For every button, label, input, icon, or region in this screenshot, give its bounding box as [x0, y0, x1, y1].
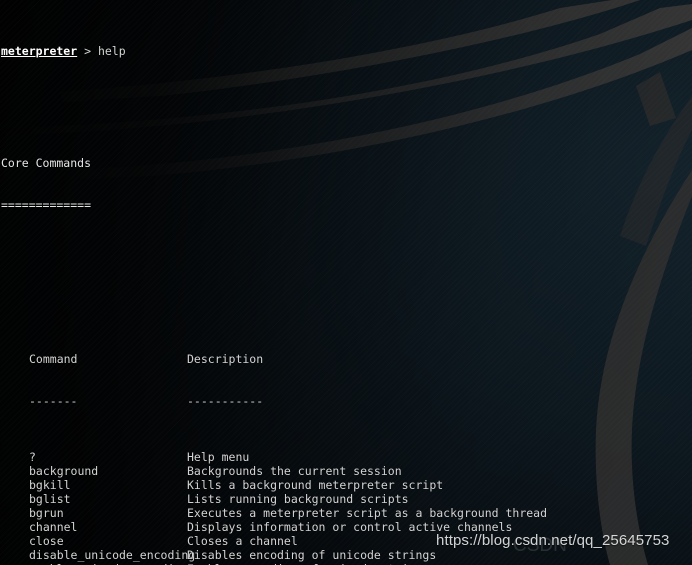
cell-description: Help menu [187, 450, 250, 464]
section-title-core: Core Commands [1, 156, 92, 170]
table-header-core: Command Description [1, 352, 692, 366]
cell-command: background [29, 464, 99, 478]
cell-description: Disables encoding of unicode strings [187, 548, 437, 562]
cell-command: bgrun [29, 506, 64, 520]
cell-command: disable_unicode_encoding [29, 548, 196, 562]
table-row: ? Help menu [1, 450, 692, 464]
cell-command: bglist [29, 492, 71, 506]
prompt-user: meterpreter [1, 44, 78, 58]
cell-description: Closes a channel [187, 534, 298, 548]
console-output: meterpreter > help Core Commands =======… [0, 0, 692, 565]
cell-command: channel [29, 520, 78, 534]
column-header-command: Command [29, 352, 78, 366]
section-rule-core: ============= [1, 198, 92, 212]
table-row: bgkill Kills a background meterpreter scr… [1, 478, 692, 492]
watermark-url: https://blog.csdn.net/qq_25645753 [436, 532, 670, 549]
cell-description: Lists running background scripts [187, 492, 409, 506]
cell-description: Backgrounds the current session [187, 464, 402, 478]
column-rule-command: ------- [29, 394, 78, 408]
prompt-line: meterpreter > help [1, 44, 692, 58]
column-header-description: Description [187, 352, 264, 366]
prompt-separator: > [77, 44, 98, 58]
table-row: background Backgrounds the current sessio… [1, 464, 692, 478]
cell-description: Kills a background meterpreter script [187, 478, 444, 492]
column-rule-description: ----------- [187, 394, 264, 408]
cell-command: bgkill [29, 478, 71, 492]
prompt-command: help [97, 44, 126, 58]
table-row: bgrun Executes a meterpreter script as a … [1, 506, 692, 520]
cell-description: Executes a meterpreter script as a backg… [187, 506, 548, 520]
terminal-window[interactable]: meterpreter > help Core Commands =======… [0, 0, 692, 565]
table-row: bglist Lists running background scripts [1, 492, 692, 506]
table-header-rule-core: ------- ----------- [1, 394, 692, 408]
cell-command: close [29, 534, 64, 548]
table-row: disable_unicode_encodingDisables encodin… [1, 548, 692, 562]
cell-command: ? [29, 450, 36, 464]
